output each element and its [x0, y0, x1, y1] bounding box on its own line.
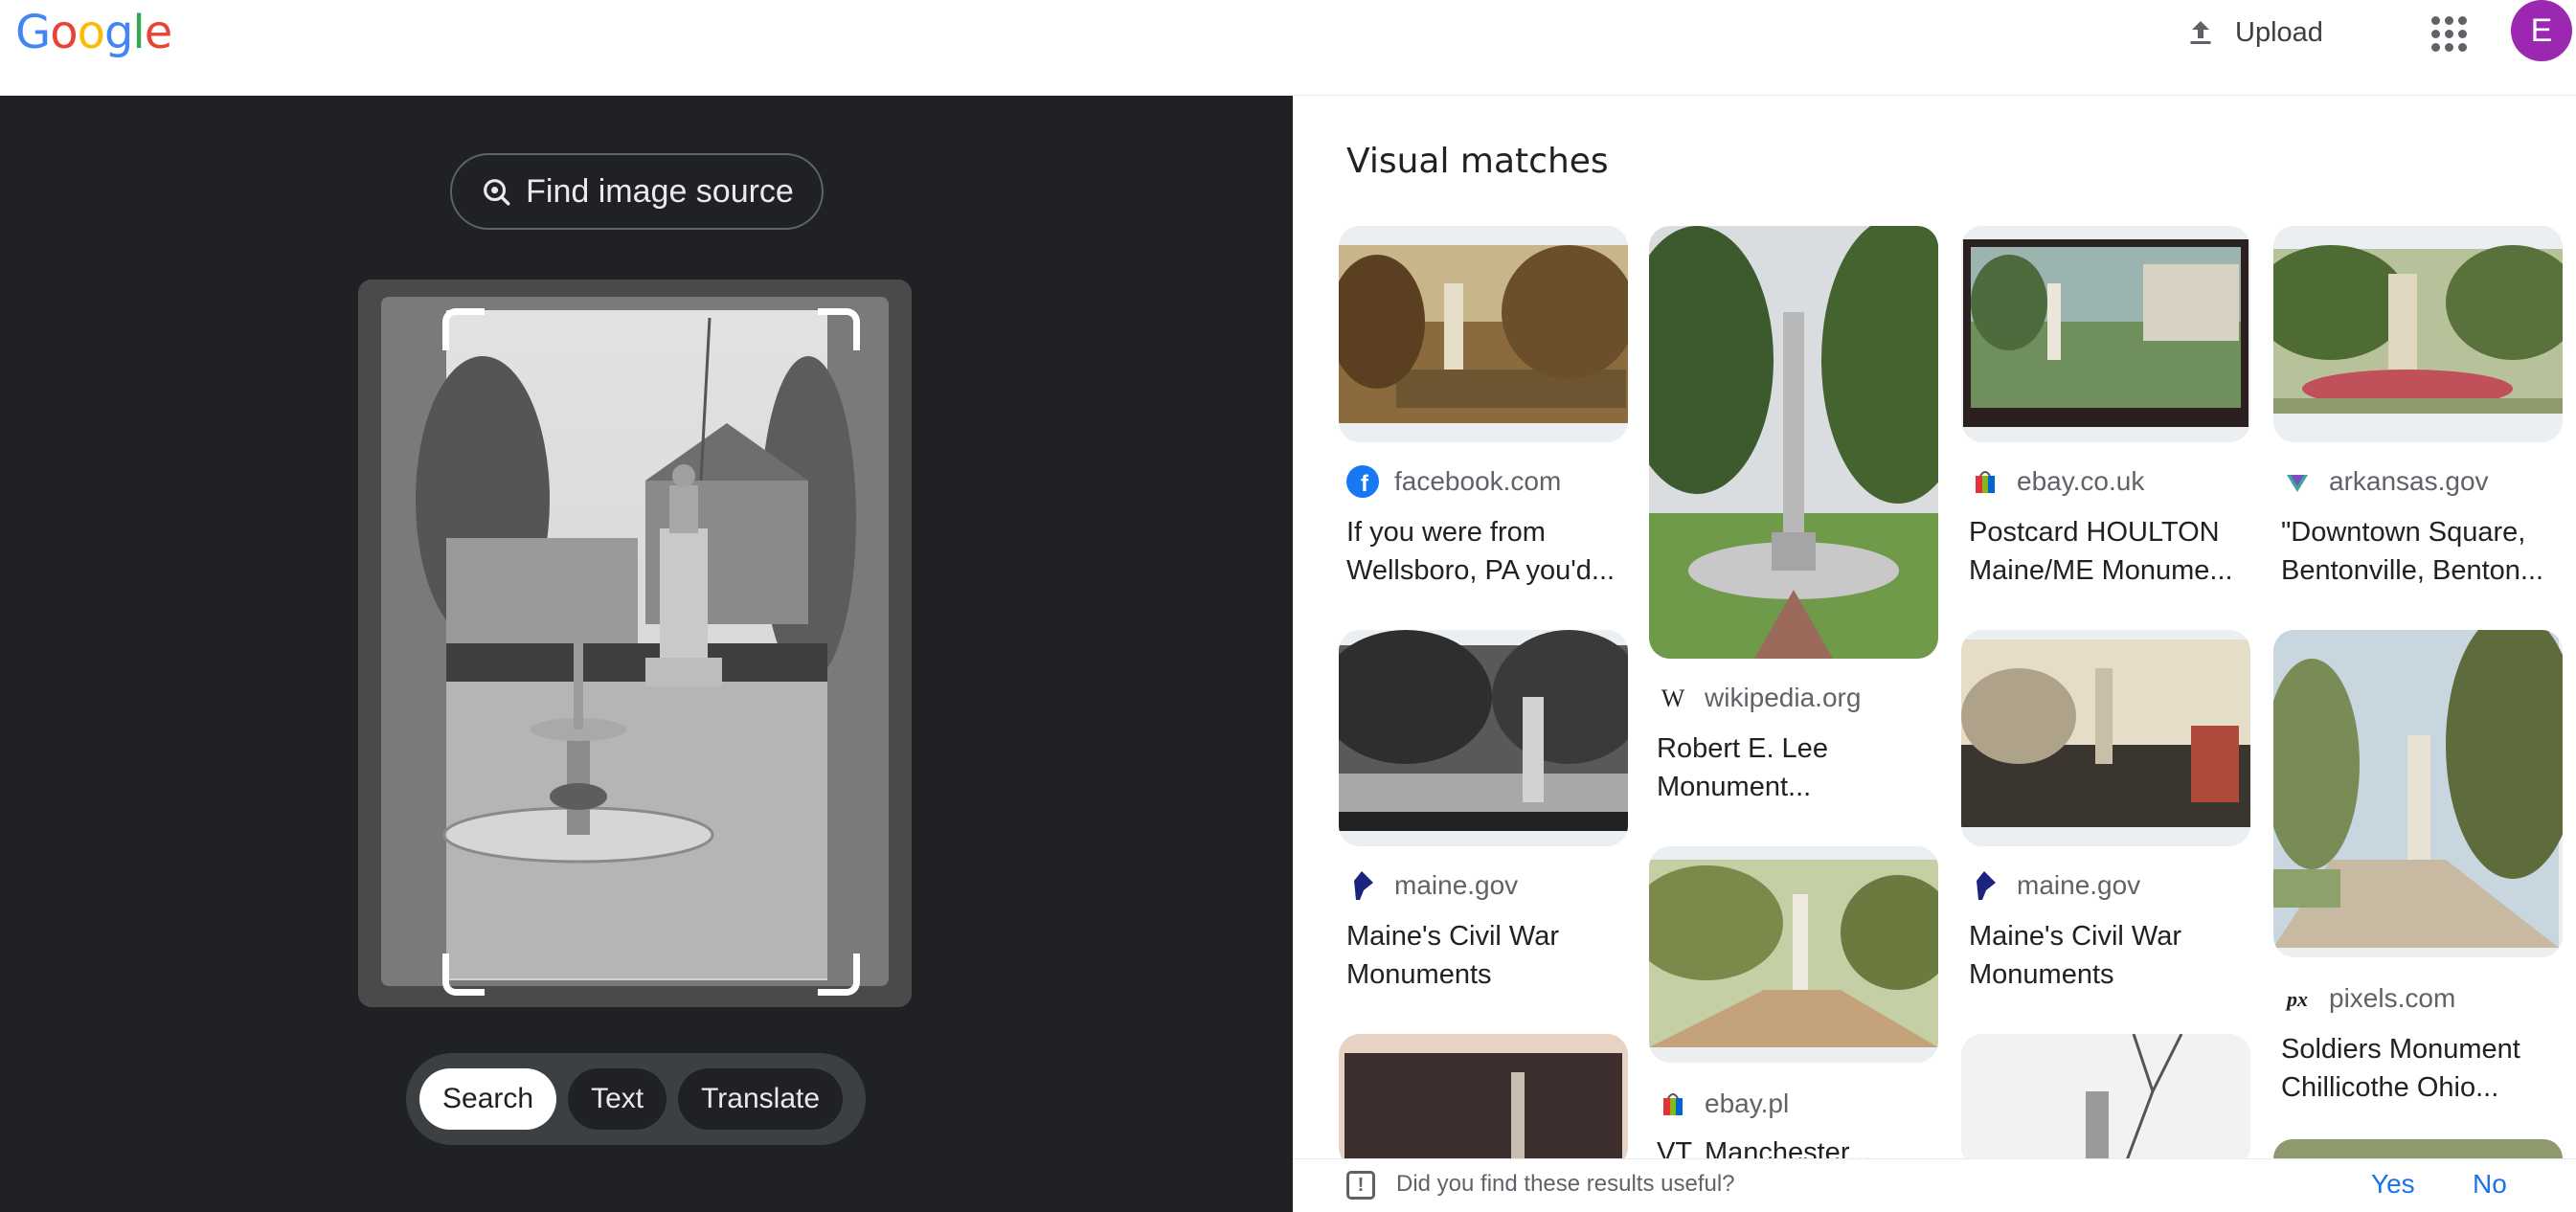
- crop-handle-bottom-right[interactable]: [818, 954, 860, 996]
- result-card[interactable]: [1961, 630, 2250, 850]
- results-panel: Visual matches f facebook.com If you wer…: [1293, 96, 2576, 1212]
- result-title[interactable]: Robert E. Lee Monument...: [1657, 729, 1944, 806]
- result-thumbnail[interactable]: [1649, 846, 1938, 1063]
- pixels-icon: px: [2281, 982, 2314, 1015]
- crop-selection[interactable]: [442, 308, 860, 996]
- feedback-yes-button[interactable]: Yes: [2371, 1169, 2415, 1200]
- result-source[interactable]: arkansas.gov: [2281, 465, 2489, 498]
- search-mode-button[interactable]: Search: [419, 1068, 557, 1130]
- feedback-question: Did you find these results useful?: [1396, 1171, 1735, 1197]
- upload-label: Upload: [2235, 16, 2323, 48]
- result-source[interactable]: ebay.co.uk: [1969, 465, 2144, 498]
- result-title[interactable]: Maine's Civil War Monuments: [1969, 917, 2256, 994]
- result-thumbnail[interactable]: [2273, 630, 2563, 957]
- upload-button[interactable]: Upload: [2172, 8, 2335, 57]
- result-thumbnail[interactable]: [1339, 226, 1628, 442]
- result-source[interactable]: W wikipedia.org: [1657, 682, 1862, 714]
- result-card[interactable]: [2273, 226, 2563, 446]
- visual-matches-heading: Visual matches: [1346, 142, 1609, 181]
- result-title[interactable]: If you were from Wellsboro, PA you'd...: [1346, 513, 1634, 590]
- logo-letter: g: [103, 6, 133, 59]
- arkansas-icon: [2281, 465, 2314, 498]
- result-source-label: maine.gov: [2017, 870, 2141, 900]
- result-source-label: ebay.pl: [1705, 1089, 1790, 1118]
- result-card[interactable]: [1649, 226, 1938, 659]
- apps-grid-icon[interactable]: [2429, 13, 2469, 54]
- svg-text:px: px: [2285, 987, 2308, 1011]
- crop-handle-top-right[interactable]: [818, 308, 860, 350]
- result-card[interactable]: [1339, 630, 1628, 850]
- result-thumbnail[interactable]: [1649, 226, 1938, 659]
- result-title[interactable]: Maine's Civil War Monuments: [1346, 917, 1634, 994]
- text-mode-button[interactable]: Text: [568, 1068, 667, 1130]
- upload-icon: [2190, 21, 2211, 44]
- result-source-label: arkansas.gov: [2329, 466, 2489, 496]
- result-thumbnail[interactable]: [2273, 226, 2563, 442]
- lens-image-panel: Find image source Search Text Translate: [0, 96, 1293, 1212]
- result-card[interactable]: [1649, 846, 1938, 1066]
- result-thumbnail[interactable]: [1339, 1034, 1628, 1168]
- svg-text:f: f: [1361, 471, 1369, 497]
- logo-letter: G: [15, 6, 51, 59]
- logo-letter: o: [50, 6, 78, 59]
- result-card[interactable]: [1961, 226, 2250, 446]
- ebay-icon: [1657, 1088, 1689, 1120]
- translate-mode-button[interactable]: Translate: [678, 1068, 844, 1130]
- lens-search-icon: [484, 179, 510, 206]
- crop-handle-bottom-left[interactable]: [442, 954, 485, 996]
- result-source[interactable]: ebay.pl: [1657, 1088, 1789, 1120]
- result-source[interactable]: f facebook.com: [1346, 465, 1561, 498]
- google-logo[interactable]: Google: [15, 6, 173, 59]
- feedback-bar: ! Did you find these results useful? Yes…: [1293, 1158, 2576, 1212]
- top-bar: Google Upload E: [0, 0, 2576, 96]
- result-source[interactable]: maine.gov: [1969, 869, 2140, 902]
- account-avatar[interactable]: E: [2511, 0, 2572, 61]
- ebay-icon: [1969, 465, 2001, 498]
- result-source[interactable]: px pixels.com: [2281, 982, 2455, 1015]
- result-thumbnail[interactable]: [1961, 226, 2250, 442]
- result-thumbnail[interactable]: [1339, 630, 1628, 846]
- result-card[interactable]: [1339, 226, 1628, 446]
- result-source-label: pixels.com: [2329, 983, 2456, 1013]
- wikipedia-icon: W: [1657, 682, 1689, 714]
- result-source-label: ebay.co.uk: [2017, 466, 2145, 496]
- feedback-no-button[interactable]: No: [2473, 1169, 2507, 1200]
- maine-icon: [1346, 869, 1379, 902]
- find-image-source-button[interactable]: Find image source: [450, 153, 824, 230]
- maine-icon: [1969, 869, 2001, 902]
- result-thumbnail[interactable]: [1961, 630, 2250, 846]
- lens-mode-switcher: Search Text Translate: [406, 1053, 866, 1145]
- result-thumbnail[interactable]: [1961, 1034, 2250, 1168]
- result-title[interactable]: Soldiers Monument Chillicothe Ohio...: [2281, 1030, 2568, 1107]
- result-source[interactable]: maine.gov: [1346, 869, 1518, 902]
- feedback-icon: !: [1346, 1171, 1375, 1200]
- logo-letter: o: [77, 6, 105, 59]
- result-card[interactable]: [2273, 630, 2563, 957]
- result-title[interactable]: Postcard HOULTON Maine/ME Monume...: [1969, 513, 2256, 590]
- logo-letter: l: [132, 6, 145, 59]
- result-source-label: facebook.com: [1394, 466, 1562, 496]
- result-source-label: maine.gov: [1394, 870, 1519, 900]
- result-source-label: wikipedia.org: [1705, 683, 1862, 712]
- logo-letter: e: [144, 6, 173, 59]
- result-title[interactable]: "Downtown Square, Bentonville, Benton...: [2281, 513, 2568, 590]
- facebook-icon: f: [1346, 465, 1379, 498]
- crop-handle-top-left[interactable]: [442, 308, 485, 350]
- find-source-label: Find image source: [526, 172, 794, 210]
- svg-text:W: W: [1661, 685, 1685, 712]
